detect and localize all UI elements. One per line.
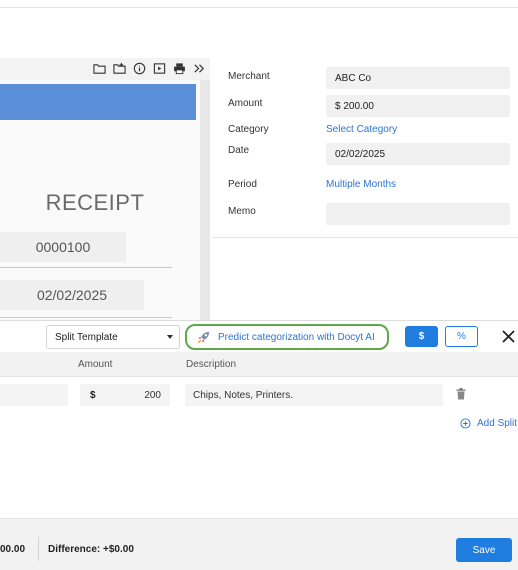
split-template-value: Split Template (55, 331, 118, 343)
save-button[interactable]: Save (456, 538, 512, 562)
top-header-band (0, 0, 518, 8)
viewer-scrollbar[interactable] (200, 80, 210, 320)
currency-symbol: $ (90, 389, 96, 401)
description-column-header: Description (186, 359, 237, 370)
receipt-header-bar (0, 84, 196, 120)
table-row: $ 200 Chips, Notes, Printers. (0, 378, 518, 412)
add-split-label: Add Split (477, 418, 518, 429)
amount-value: 200 (144, 389, 161, 401)
split-transaction-screen: RECEIPT 0000100 02/02/2025 Merchant ABC … (0, 0, 518, 570)
category-cell[interactable] (0, 384, 68, 406)
total-amount: 00.00 (0, 544, 26, 555)
info-icon[interactable] (132, 61, 146, 75)
select-category-link[interactable]: Select Category (326, 124, 397, 135)
category-label: Category (228, 124, 269, 135)
merchant-label: Merchant (228, 71, 270, 82)
chevron-down-icon (167, 335, 173, 339)
footer-divider (38, 537, 39, 561)
difference-text: Difference: +$0.00 (48, 544, 134, 555)
receipt-document: RECEIPT 0000100 02/02/2025 (0, 80, 200, 320)
date-field[interactable]: 02/02/2025 (326, 143, 510, 165)
transaction-form: Merchant ABC Co Amount $ 200.00 Category… (212, 58, 518, 238)
add-split-button[interactable]: Add Split (460, 418, 517, 429)
receipt-divider (0, 267, 172, 268)
rocket-icon (195, 329, 211, 345)
split-table-header: Amount Description (0, 352, 518, 377)
viewer-toolbar (0, 58, 210, 78)
amount-field[interactable]: $ 200.00 (326, 95, 510, 117)
amount-cell[interactable]: $ 200 (80, 384, 170, 406)
amount-column-header: Amount (78, 359, 113, 370)
folder-plus-icon[interactable] (112, 61, 126, 75)
date-label: Date (228, 145, 250, 156)
period-label: Period (228, 179, 257, 190)
predict-categorization-button[interactable]: Predict categorization with Docyt AI (185, 324, 389, 350)
receipt-title: RECEIPT (45, 190, 145, 215)
plus-circle-icon (460, 418, 471, 429)
period-link[interactable]: Multiple Months (326, 179, 396, 190)
split-toolbar: Split Template Predict categorization wi… (0, 320, 518, 352)
memo-label: Memo (228, 206, 256, 217)
print-icon[interactable] (172, 61, 186, 75)
receipt-divider (0, 317, 172, 318)
merchant-field[interactable]: ABC Co (326, 67, 510, 89)
trash-icon[interactable] (455, 387, 467, 401)
memo-field[interactable] (326, 203, 510, 225)
footer-bar: 00.00 Difference: +$0.00 Save (0, 518, 518, 570)
amount-label: Amount (228, 98, 263, 109)
predict-label: Predict categorization with Docyt AI (218, 331, 375, 343)
folder-icon[interactable] (92, 61, 106, 75)
receipt-number: 0000100 (0, 232, 126, 262)
chevrons-right-icon[interactable] (192, 61, 206, 75)
close-icon[interactable] (500, 327, 516, 345)
split-template-select[interactable]: Split Template (46, 325, 180, 349)
dollar-mode-button[interactable]: $ (405, 326, 438, 347)
receipt-viewer: RECEIPT 0000100 02/02/2025 (0, 58, 210, 320)
receipt-date: 02/02/2025 (0, 280, 144, 310)
image-icon[interactable] (152, 61, 166, 75)
description-cell[interactable]: Chips, Notes, Printers. (185, 384, 443, 406)
percent-mode-button[interactable]: % (445, 326, 478, 347)
